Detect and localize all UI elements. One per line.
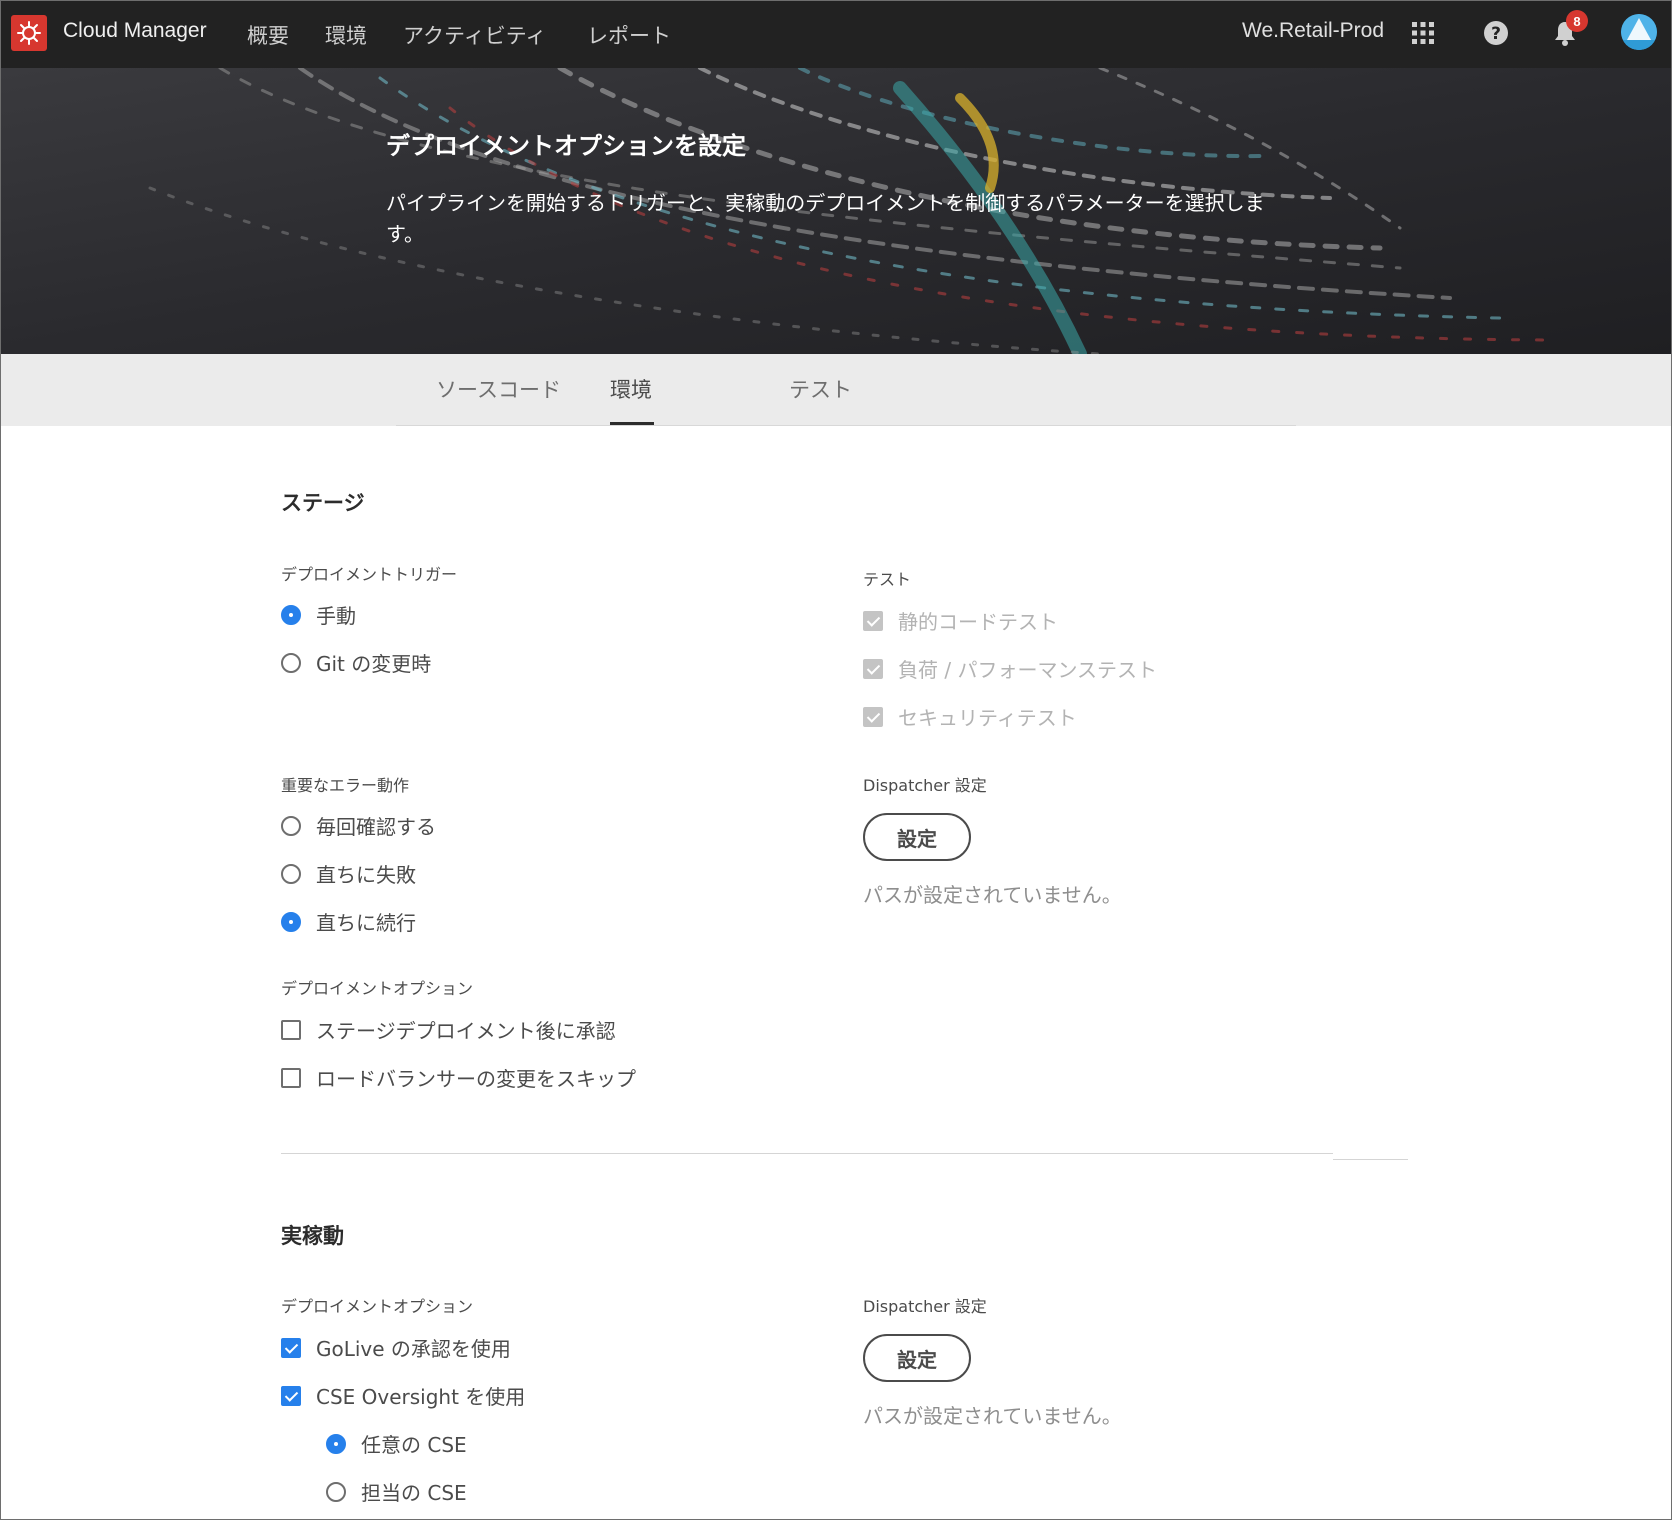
- option-label: 直ちに続行: [316, 911, 416, 935]
- stage-dispatcher-note: パスが設定されていません。: [863, 883, 1122, 907]
- checkbox-unchecked-icon: [281, 1067, 301, 1088]
- option-label: CSE Oversight を使用: [316, 1385, 526, 1409]
- radio-unselected-icon: [281, 815, 301, 836]
- page-title: デプロイメントオプションを設定: [386, 132, 746, 160]
- radio-selected-icon: [281, 604, 301, 625]
- error-fail-radio[interactable]: 直ちに失敗: [281, 859, 416, 888]
- checkbox-disabled-icon: [863, 706, 883, 727]
- any-cse-radio[interactable]: 任意の CSE: [326, 1429, 467, 1458]
- error-ask-radio[interactable]: 毎回確認する: [281, 811, 436, 840]
- radio-selected-icon: [326, 1433, 346, 1454]
- stage-deploy-options-label: デプロイメントオプション: [281, 979, 474, 998]
- svg-text:?: ?: [1491, 24, 1501, 44]
- apps-grid-icon[interactable]: [1406, 16, 1440, 50]
- option-label: 任意の CSE: [361, 1433, 467, 1457]
- option-label: 負荷 / パフォーマンステスト: [898, 658, 1158, 682]
- tab-bar: ソースコード 環境 テスト: [0, 354, 1672, 426]
- error-behavior-label: 重要なエラー動作: [281, 776, 410, 795]
- tests-label: テスト: [863, 570, 912, 589]
- deploy-trigger-label: デプロイメントトリガー: [281, 565, 458, 584]
- page-description: パイプラインを開始するトリガーと、実稼動のデプロイメントを制御するパラメーターを…: [386, 191, 1265, 246]
- nav-reports[interactable]: レポート: [587, 20, 671, 50]
- notification-badge: 8: [1566, 10, 1588, 32]
- help-icon[interactable]: ?: [1479, 16, 1513, 50]
- option-label: Git の変更時: [316, 652, 432, 676]
- tab-source-code[interactable]: ソースコード: [436, 374, 561, 404]
- option-label: 静的コードテスト: [898, 610, 1058, 634]
- security-test-checkbox: セキュリティテスト: [863, 702, 1077, 731]
- stage-dispatcher-configure-button[interactable]: 設定: [863, 813, 971, 861]
- nav-activity[interactable]: アクティビティ: [403, 20, 546, 50]
- avatar[interactable]: [1621, 14, 1657, 50]
- stage-section-title: ステージ: [281, 491, 365, 515]
- org-switcher[interactable]: We.Retail-Prod: [1242, 19, 1384, 43]
- option-label: 担当の CSE: [361, 1481, 467, 1505]
- trigger-manual-radio[interactable]: 手動: [281, 600, 356, 629]
- option-label: 直ちに失敗: [316, 863, 416, 887]
- named-cse-radio[interactable]: 担当の CSE: [326, 1477, 467, 1506]
- app-title[interactable]: Cloud Manager: [63, 19, 207, 43]
- performance-test-checkbox: 負荷 / パフォーマンステスト: [863, 654, 1157, 683]
- radio-selected-icon: [281, 911, 301, 932]
- section-divider: [281, 1153, 1333, 1154]
- option-label: セキュリティテスト: [898, 706, 1077, 730]
- option-label: 手動: [316, 604, 356, 628]
- prod-dispatcher-configure-button[interactable]: 設定: [863, 1334, 971, 1382]
- error-continue-radio[interactable]: 直ちに続行: [281, 907, 416, 936]
- radio-unselected-icon: [281, 652, 301, 673]
- prod-deploy-options-label: デプロイメントオプション: [281, 1297, 474, 1316]
- checkbox-disabled-icon: [863, 610, 883, 631]
- active-tab-indicator: [610, 422, 654, 425]
- approve-after-stage-checkbox[interactable]: ステージデプロイメント後に承認: [281, 1015, 616, 1044]
- cse-oversight-checkbox[interactable]: CSE Oversight を使用: [281, 1381, 525, 1410]
- checkbox-disabled-icon: [863, 658, 883, 679]
- prod-dispatcher-label: Dispatcher 設定: [863, 1297, 987, 1316]
- tab-test[interactable]: テスト: [789, 374, 852, 404]
- option-label: 毎回確認する: [316, 815, 436, 839]
- option-label: GoLive の承認を使用: [316, 1337, 511, 1361]
- section-divider-end: [1333, 1159, 1408, 1160]
- option-label: ステージデプロイメント後に承認: [316, 1019, 616, 1043]
- nav-environments[interactable]: 環境: [325, 20, 367, 50]
- checkbox-checked-icon: [281, 1337, 301, 1358]
- hero-banner: デプロイメントオプションを設定 パイプラインを開始するトリガーと、実稼動のデプロ…: [0, 68, 1672, 354]
- skip-lb-changes-checkbox[interactable]: ロードバランサーの変更をスキップ: [281, 1063, 636, 1092]
- checkbox-checked-icon: [281, 1385, 301, 1406]
- prod-section-title: 実稼動: [281, 1224, 344, 1248]
- prod-dispatcher-note: パスが設定されていません。: [863, 1404, 1122, 1428]
- top-bar: Cloud Manager 概要 環境 アクティビティ レポート We.Reta…: [0, 0, 1672, 68]
- option-label: ロードバランサーの変更をスキップ: [316, 1067, 636, 1091]
- static-code-test-checkbox: 静的コードテスト: [863, 606, 1058, 635]
- nav-overview[interactable]: 概要: [247, 20, 289, 50]
- stage-dispatcher-label: Dispatcher 設定: [863, 776, 987, 795]
- radio-unselected-icon: [326, 1481, 346, 1502]
- trigger-git-radio[interactable]: Git の変更時: [281, 648, 431, 677]
- tab-baseline: [396, 425, 1296, 426]
- checkbox-unchecked-icon: [281, 1019, 301, 1040]
- adobe-logo-icon[interactable]: [11, 15, 47, 51]
- radio-unselected-icon: [281, 863, 301, 884]
- golive-approval-checkbox[interactable]: GoLive の承認を使用: [281, 1333, 511, 1362]
- tab-environments[interactable]: 環境: [610, 374, 652, 404]
